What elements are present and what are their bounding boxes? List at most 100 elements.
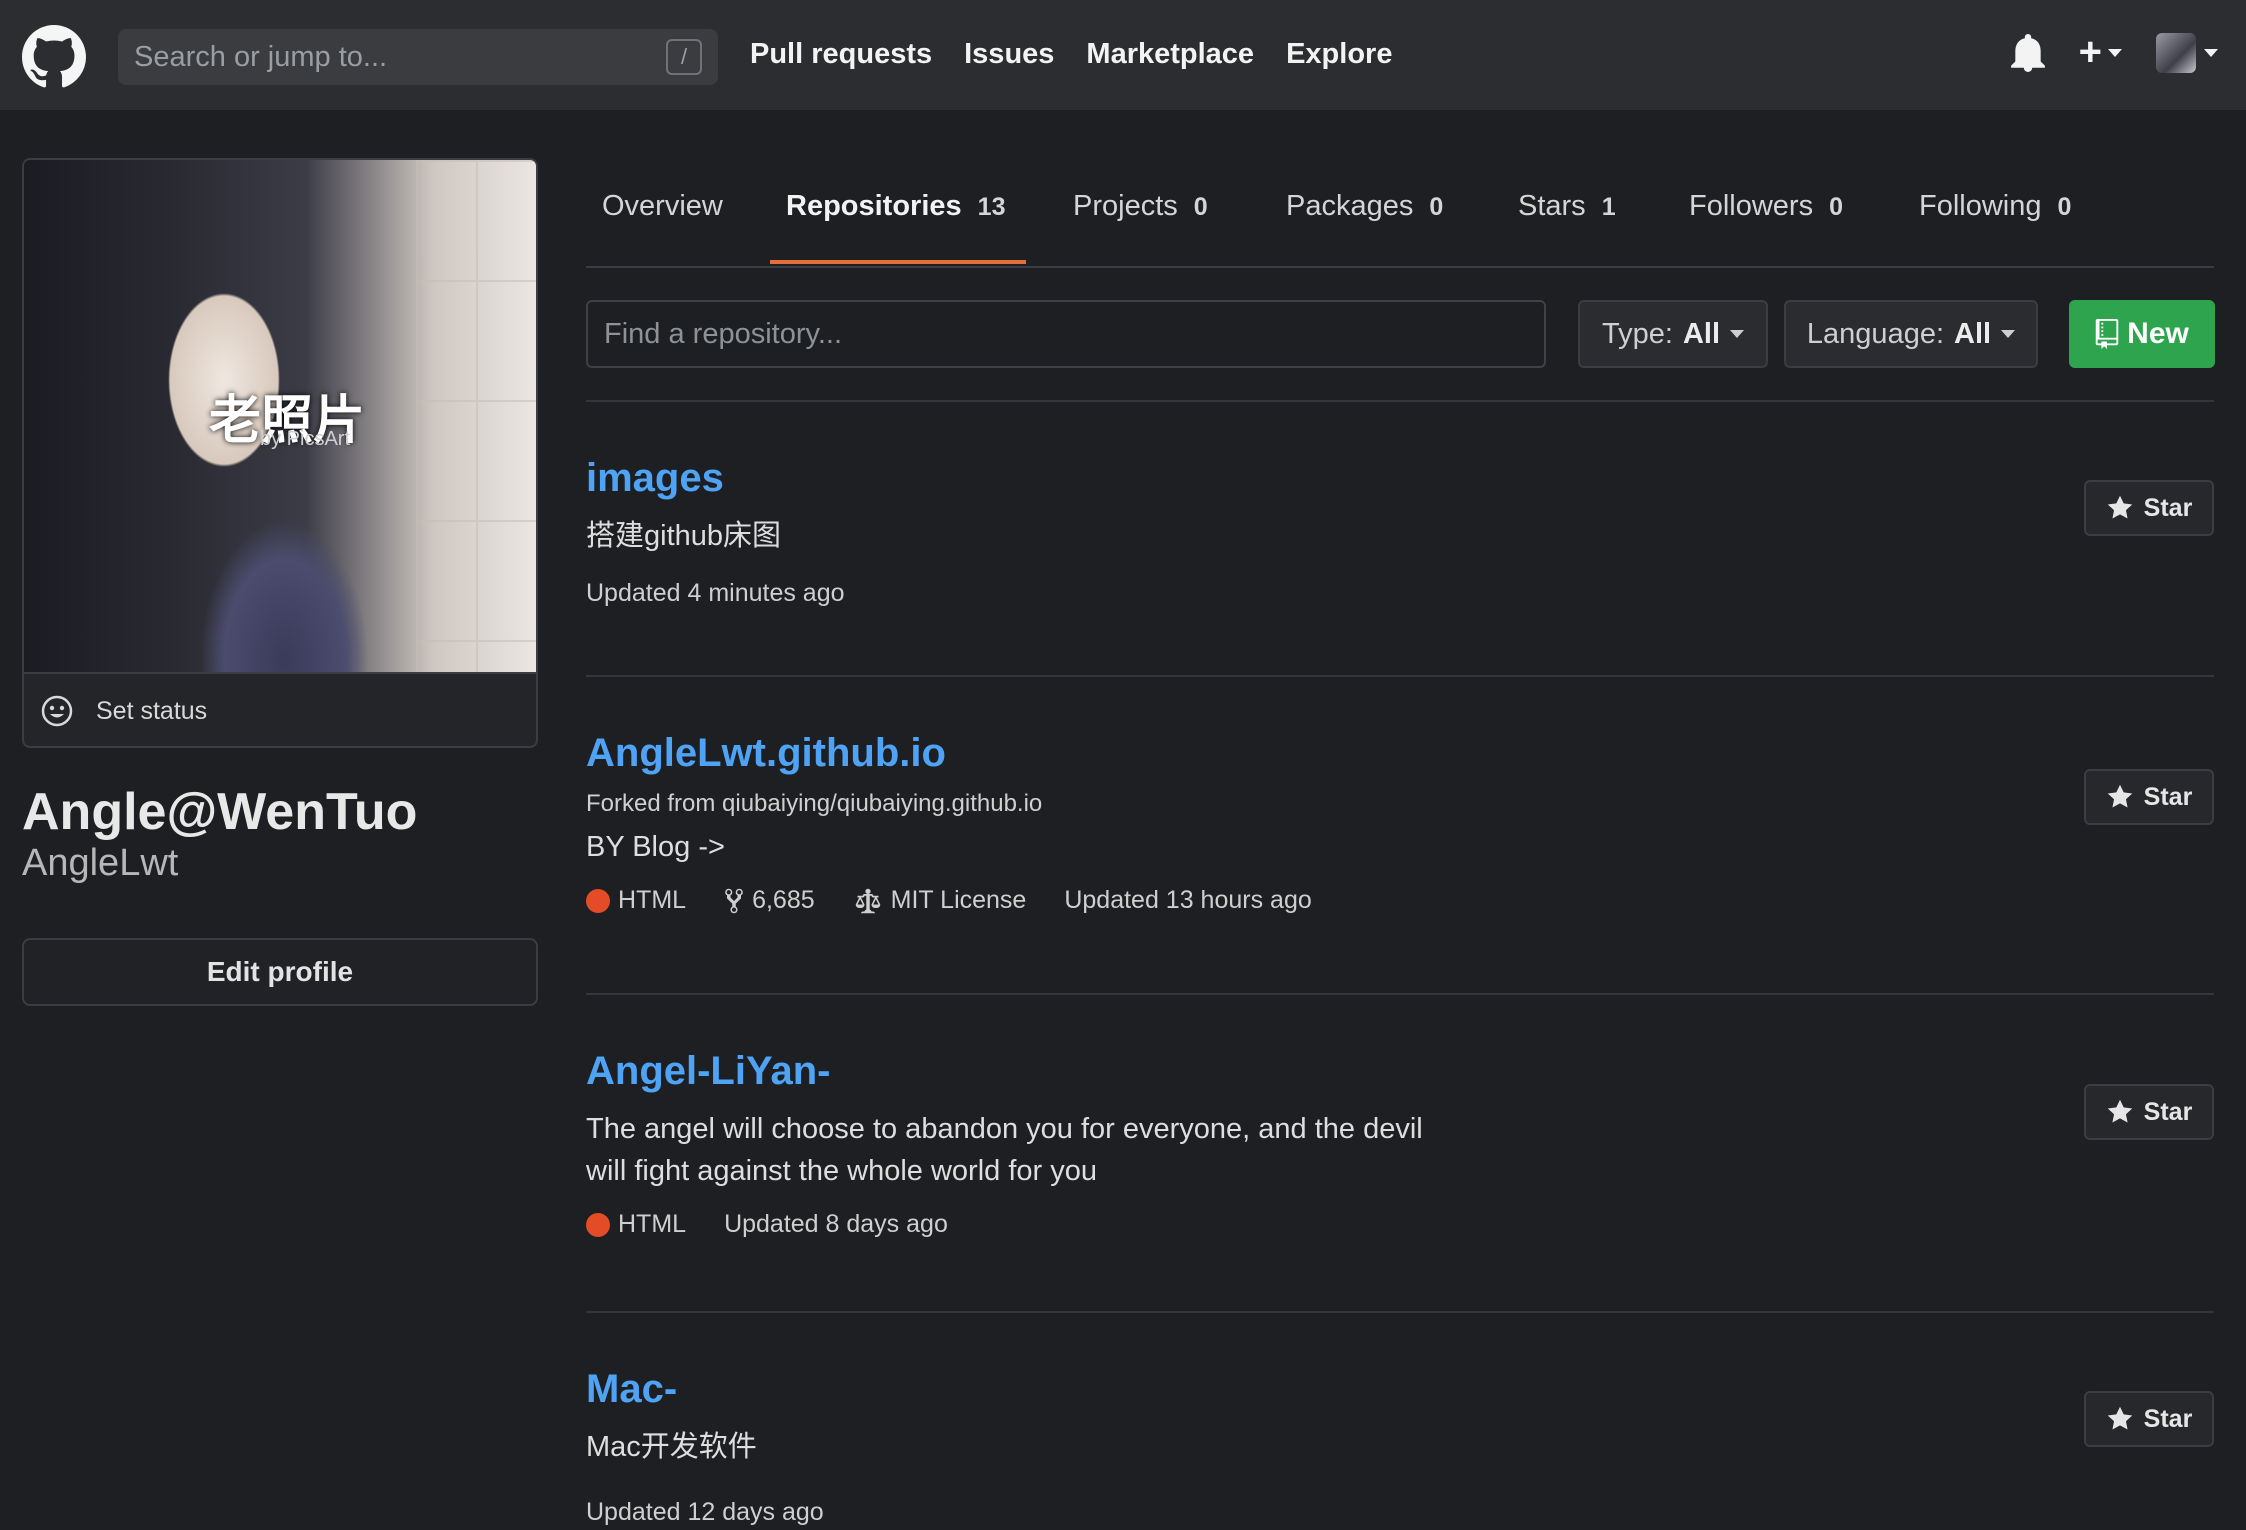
tab-label: Followers bbox=[1689, 190, 1814, 222]
profile-card: 老照片 by PicsArt Set status bbox=[22, 158, 538, 748]
star-button[interactable]: Star bbox=[2084, 769, 2214, 825]
repo-name-link[interactable]: Mac- bbox=[586, 1367, 2214, 1412]
repo-meta: Updated 12 days ago bbox=[586, 1498, 2214, 1527]
type-filter-label: Type: bbox=[1602, 317, 1673, 350]
type-filter-value: All bbox=[1682, 317, 1720, 350]
star-label: Star bbox=[2143, 493, 2193, 522]
repo-name-link[interactable]: AngleLwt.github.io bbox=[586, 731, 2214, 776]
repo-language-label: HTML bbox=[618, 1210, 687, 1238]
language-color-dot bbox=[586, 888, 610, 913]
bell-icon[interactable] bbox=[2010, 33, 2045, 72]
repo-forked-from[interactable]: Forked from qiubaiying/qiubaiying.github… bbox=[586, 790, 2214, 818]
find-repository-field[interactable] bbox=[586, 300, 1546, 368]
star-icon bbox=[2107, 1099, 2132, 1123]
search-input[interactable] bbox=[118, 29, 718, 85]
type-filter-dropdown[interactable]: Type: All bbox=[1578, 300, 1768, 368]
tab-count: 0 bbox=[1829, 193, 1843, 221]
window-grid-decoration bbox=[416, 160, 536, 672]
slash-shortcut-badge: / bbox=[666, 39, 702, 75]
tab-count: 0 bbox=[2057, 193, 2072, 221]
active-tab-underline bbox=[770, 260, 1026, 264]
global-search[interactable]: / bbox=[118, 29, 718, 85]
profile-tabs: Overview Repositories 13 Projects 0 Pack… bbox=[586, 178, 2214, 268]
tab-repositories[interactable]: Repositories 13 bbox=[786, 190, 1005, 223]
plus-icon: + bbox=[2078, 30, 2102, 74]
find-repository-input[interactable] bbox=[588, 302, 1544, 366]
edit-profile-button[interactable]: Edit profile bbox=[22, 938, 538, 1006]
nav-pull-requests[interactable]: Pull requests bbox=[750, 38, 932, 71]
repo-description: BY Blog -> bbox=[586, 831, 725, 863]
nav-marketplace[interactable]: Marketplace bbox=[1086, 38, 1254, 71]
tab-label: Projects bbox=[1073, 190, 1178, 222]
header-actions: + bbox=[2010, 30, 2218, 75]
nav-issues[interactable]: Issues bbox=[964, 38, 1054, 71]
new-repository-button[interactable]: New bbox=[2069, 300, 2215, 368]
language-color-dot bbox=[586, 1212, 610, 1237]
profile-username: AngleLwt bbox=[22, 842, 179, 884]
tab-followers[interactable]: Followers 0 bbox=[1689, 190, 1843, 223]
main-nav: Pull requests Issues Marketplace Explore bbox=[750, 38, 1392, 71]
star-label: Star bbox=[2143, 1404, 2193, 1433]
tab-count: 0 bbox=[1193, 193, 1208, 221]
tab-overview[interactable]: Overview bbox=[602, 190, 723, 223]
tab-count: 13 bbox=[977, 193, 1006, 221]
tab-following[interactable]: Following 0 bbox=[1919, 190, 2071, 223]
repo-list-item: images 搭建github床图 Updated 4 minutes ago … bbox=[586, 456, 2214, 608]
repo-language-label: HTML bbox=[618, 886, 687, 914]
tab-label: Following bbox=[1919, 190, 2042, 222]
repo-updated: Updated 8 days ago bbox=[724, 1210, 948, 1238]
repo-list-item: Mac- Mac开发软件 Updated 12 days ago Star bbox=[586, 1367, 2214, 1527]
smiley-icon bbox=[41, 695, 73, 727]
star-icon bbox=[2107, 1406, 2132, 1430]
language-filter-label: Language: bbox=[1806, 317, 1945, 350]
user-menu[interactable] bbox=[2156, 32, 2218, 73]
repo-forks-count: 6,685 bbox=[752, 886, 815, 914]
new-button-label: New bbox=[2127, 317, 2189, 350]
profile-photo[interactable]: 老照片 by PicsArt bbox=[24, 160, 536, 672]
repo-list-item: AngleLwt.github.io Forked from qiubaiyin… bbox=[586, 731, 2214, 915]
repo-updated: Updated 13 hours ago bbox=[1064, 886, 1312, 914]
repo-meta: HTML 6,685 MIT License Updated 13 hours … bbox=[586, 886, 2214, 915]
photo-watermark: by PicsArt bbox=[260, 428, 351, 450]
tab-count: 1 bbox=[1601, 193, 1616, 221]
chevron-down-icon bbox=[2204, 48, 2218, 57]
chevron-down-icon bbox=[1730, 330, 1744, 338]
repo-license: MIT License bbox=[853, 886, 1026, 915]
star-button[interactable]: Star bbox=[2084, 480, 2214, 536]
language-filter-dropdown[interactable]: Language: All bbox=[1784, 300, 2038, 368]
avatar bbox=[2156, 32, 2196, 73]
repo-updated: Updated 4 minutes ago bbox=[586, 579, 845, 607]
language-filter-value: All bbox=[1954, 317, 1992, 350]
create-new-menu[interactable]: + bbox=[2079, 30, 2122, 75]
repo-description: Mac开发软件 bbox=[586, 1431, 757, 1463]
repo-meta: Updated 4 minutes ago bbox=[586, 579, 2214, 608]
repo-list-item: Angel-LiYan- The angel will choose to ab… bbox=[586, 1049, 2214, 1239]
repo-name-link[interactable]: Angel-LiYan- bbox=[586, 1049, 2214, 1094]
tab-count: 0 bbox=[1429, 193, 1444, 221]
repo-description: The angel will choose to abandon you for… bbox=[586, 1113, 1423, 1187]
tab-packages[interactable]: Packages 0 bbox=[1286, 190, 1443, 223]
star-button[interactable]: Star bbox=[2084, 1084, 2214, 1140]
repo-language: HTML bbox=[586, 1210, 686, 1239]
repo-language: HTML bbox=[586, 886, 686, 915]
tab-label: Repositories bbox=[786, 190, 962, 222]
star-icon bbox=[2107, 784, 2132, 808]
law-scale-icon bbox=[855, 888, 880, 913]
divider bbox=[586, 400, 2214, 402]
profile-full-name: Angle@WenTuo bbox=[22, 783, 418, 841]
tab-label: Packages bbox=[1286, 190, 1414, 222]
tab-stars[interactable]: Stars 1 bbox=[1518, 190, 1616, 223]
nav-explore[interactable]: Explore bbox=[1286, 38, 1392, 71]
set-status-label: Set status bbox=[96, 696, 208, 725]
repo-icon bbox=[2095, 319, 2119, 349]
repo-meta: HTML Updated 8 days ago bbox=[586, 1210, 2214, 1239]
set-status-button[interactable]: Set status bbox=[24, 672, 536, 746]
github-logo-icon[interactable] bbox=[22, 25, 86, 89]
repo-forks[interactable]: 6,685 bbox=[724, 886, 815, 915]
repo-name-link[interactable]: images bbox=[586, 456, 2214, 501]
tab-label: Overview bbox=[602, 190, 723, 222]
tab-projects[interactable]: Projects 0 bbox=[1073, 190, 1208, 223]
star-button[interactable]: Star bbox=[2084, 1391, 2214, 1447]
chevron-down-icon bbox=[2001, 330, 2016, 338]
repo-updated: Updated 12 days ago bbox=[586, 1498, 824, 1526]
